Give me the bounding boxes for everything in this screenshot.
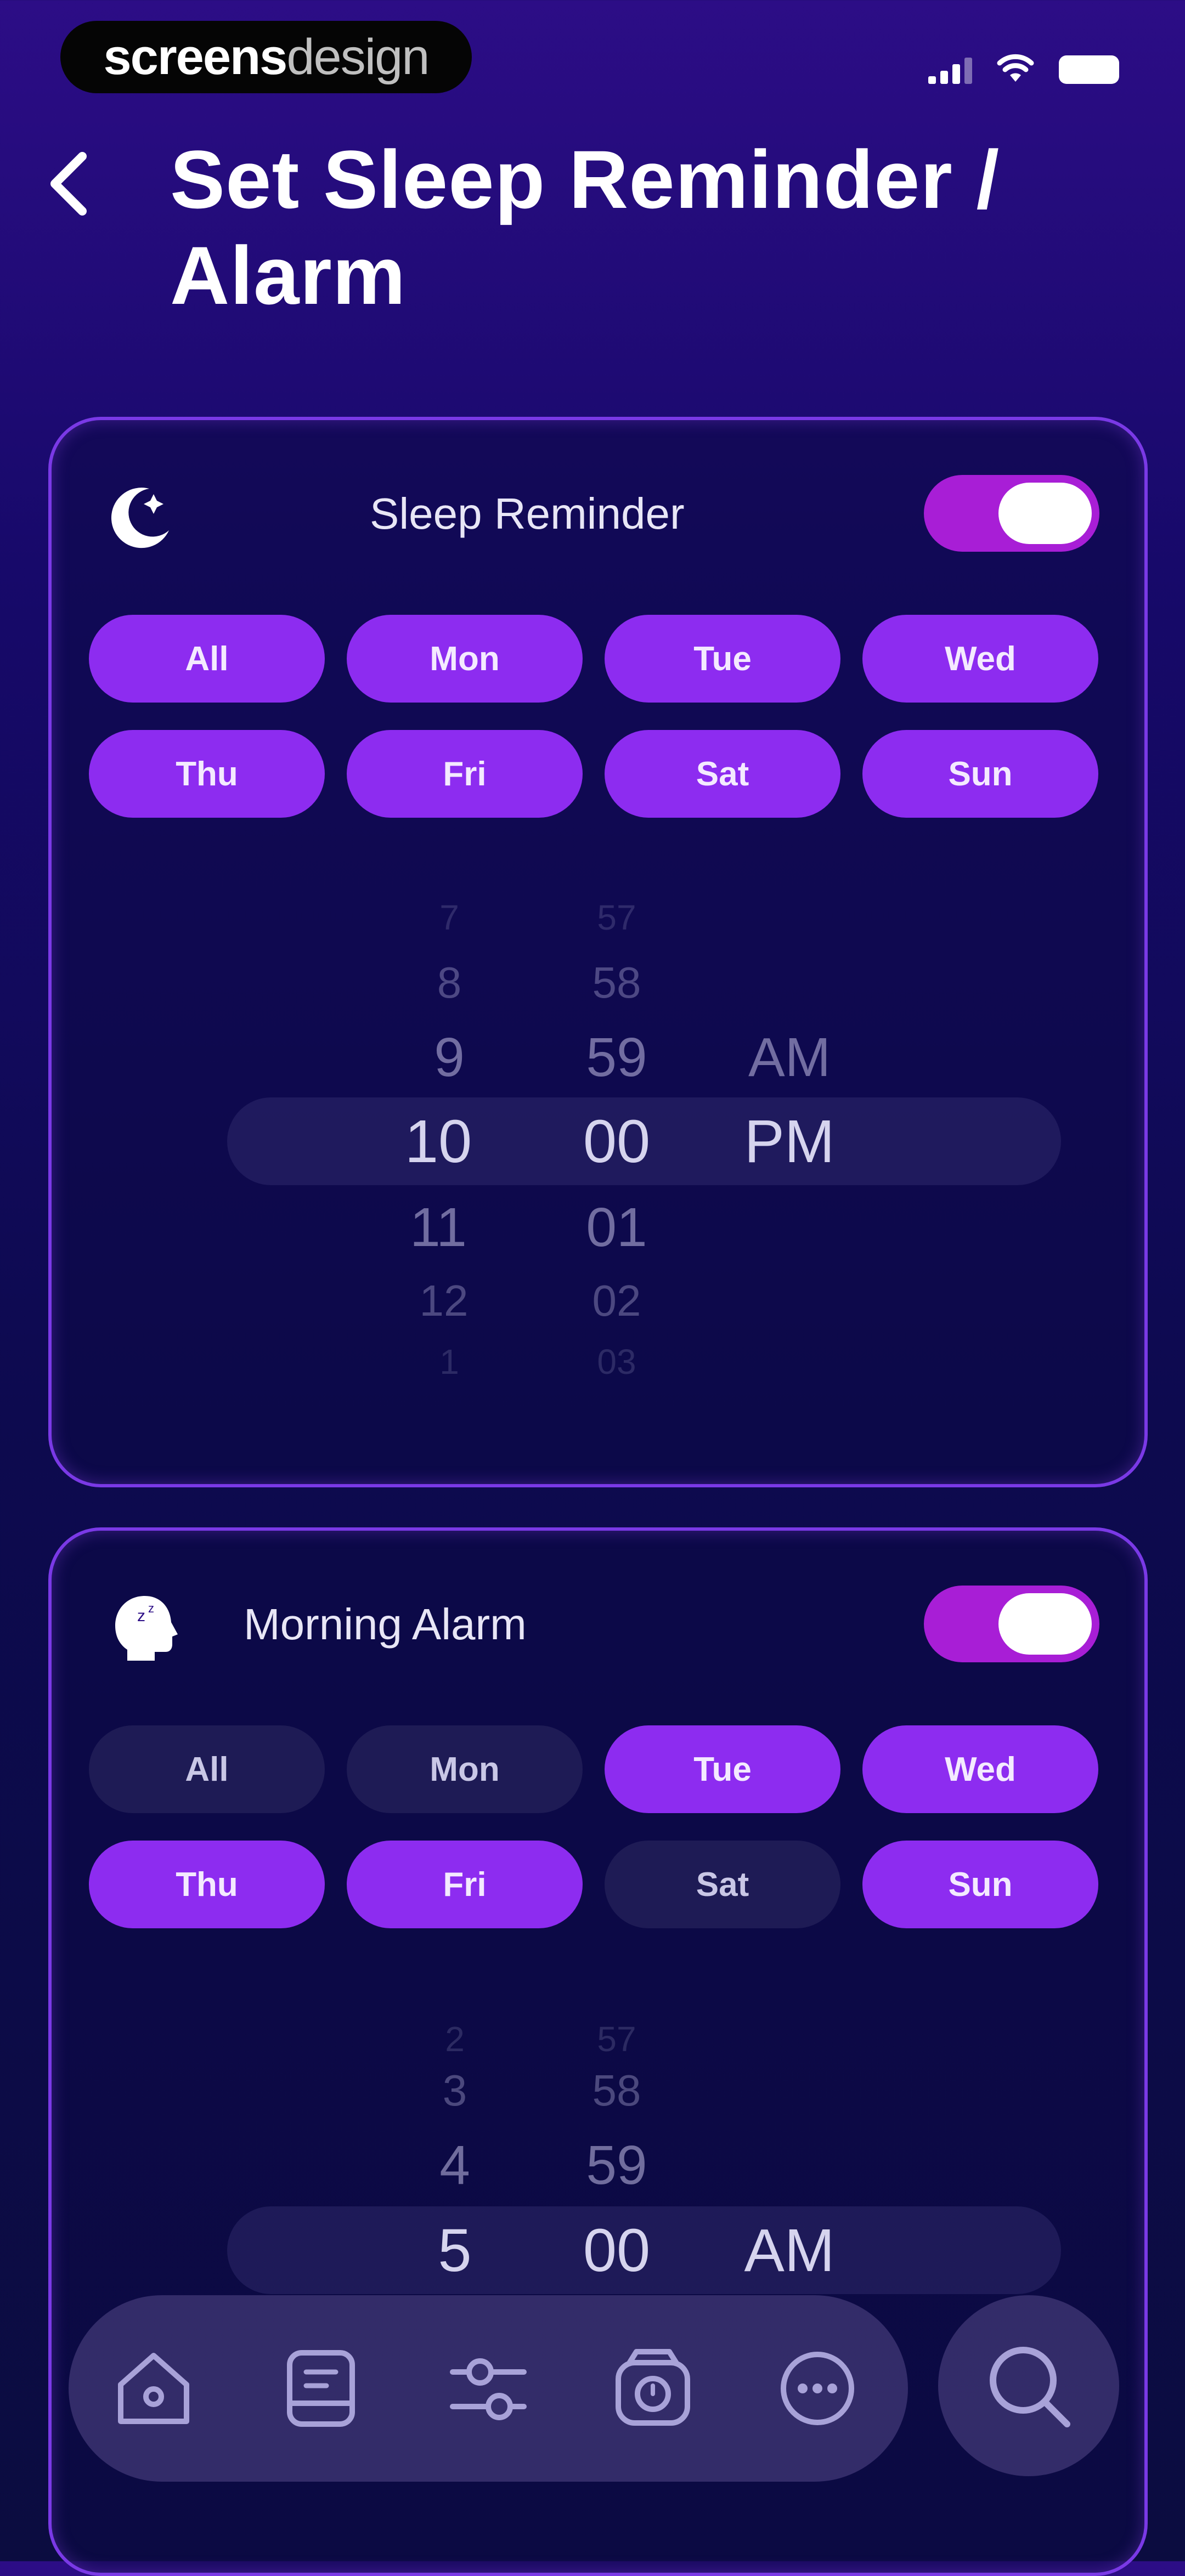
sleep-day-sun[interactable]: Sun xyxy=(862,730,1098,818)
alarm-minute-option[interactable]: 57 xyxy=(534,2019,699,2059)
alarm-period-selected[interactable]: AM xyxy=(707,2216,872,2285)
sleep-minute-option[interactable]: 58 xyxy=(534,958,699,1008)
more-icon[interactable] xyxy=(771,2342,864,2435)
back-chevron-icon[interactable] xyxy=(38,148,99,219)
alarm-minute-option[interactable]: 59 xyxy=(534,2134,699,2197)
sleep-minute-option[interactable]: 02 xyxy=(534,1276,699,1326)
page-title-line1: Set Sleep Reminder / xyxy=(170,133,1000,225)
sleep-day-tue[interactable]: Tue xyxy=(605,615,840,703)
sleep-minute-option[interactable]: 57 xyxy=(534,897,699,938)
page-title-line2: Alarm xyxy=(170,229,407,321)
search-icon xyxy=(990,2347,1070,2427)
adjust-icon[interactable] xyxy=(442,2342,535,2435)
sleep-reminder-card: Sleep Reminder All Mon Tue Wed Thu Fri S… xyxy=(48,417,1148,1487)
alarm-day-all[interactable]: All xyxy=(89,1725,325,1813)
alarm-day-mon[interactable]: Mon xyxy=(347,1725,583,1813)
status-icons xyxy=(928,52,1119,84)
sleep-hour-option[interactable]: 7 xyxy=(367,897,532,938)
brand-logo: screens design xyxy=(60,21,472,93)
alarm-day-sun[interactable]: Sun xyxy=(862,1841,1098,1928)
home-icon[interactable] xyxy=(107,2342,200,2435)
sleep-period-option[interactable]: AM xyxy=(707,1026,872,1089)
alarm-hour-option[interactable]: 3 xyxy=(373,2065,537,2116)
sleep-minute-option[interactable]: 59 xyxy=(534,1026,699,1089)
alarm-minute-option[interactable]: 58 xyxy=(534,2065,699,2116)
alarm-hour-option[interactable]: 2 xyxy=(373,2019,537,2059)
alarm-day-sat[interactable]: Sat xyxy=(605,1841,840,1928)
alarm-day-fri[interactable]: Fri xyxy=(347,1841,583,1928)
brand-logo-strong: screens xyxy=(103,29,288,85)
morning-alarm-toggle[interactable] xyxy=(924,1586,1099,1662)
moon-icon xyxy=(111,488,169,548)
journal-icon[interactable] xyxy=(274,2342,368,2435)
sleep-minute-option[interactable]: 01 xyxy=(534,1196,699,1259)
sleep-hour-option[interactable]: 12 xyxy=(362,1276,526,1326)
svg-text:z: z xyxy=(137,1607,145,1625)
alarm-clock-icon[interactable] xyxy=(606,2342,699,2435)
search-button[interactable] xyxy=(938,2295,1119,2476)
signal-icon xyxy=(928,58,972,84)
sleep-day-mon[interactable]: Mon xyxy=(347,615,583,703)
sleep-minute-selected[interactable]: 00 xyxy=(534,1107,699,1176)
svg-text:z: z xyxy=(148,1601,154,1615)
sleep-hour-option[interactable]: 11 xyxy=(356,1196,521,1259)
sleep-day-all[interactable]: All xyxy=(89,615,325,703)
battery-icon xyxy=(1059,55,1119,84)
alarm-day-tue[interactable]: Tue xyxy=(605,1725,840,1813)
morning-alarm-label: Morning Alarm xyxy=(244,1600,527,1649)
sleep-day-fri[interactable]: Fri xyxy=(347,730,583,818)
sleep-reminder-toggle[interactable] xyxy=(924,475,1099,552)
alarm-hour-option[interactable]: 4 xyxy=(373,2134,537,2197)
sleep-hour-option[interactable]: 1 xyxy=(367,1341,532,1382)
sleep-hour-selected[interactable]: 10 xyxy=(356,1107,521,1176)
brand-logo-light: design xyxy=(286,29,430,85)
alarm-minute-selected[interactable]: 00 xyxy=(534,2216,699,2285)
page-title: Set Sleep Reminder / Alarm xyxy=(170,132,1103,324)
sleep-day-thu[interactable]: Thu xyxy=(89,730,325,818)
wifi-icon xyxy=(997,54,1034,82)
sleep-hour-option[interactable]: 9 xyxy=(367,1026,532,1089)
sleep-day-sat[interactable]: Sat xyxy=(605,730,840,818)
sleep-period-selected[interactable]: PM xyxy=(707,1107,872,1176)
sleep-hour-option[interactable]: 8 xyxy=(367,958,532,1008)
alarm-hour-selected[interactable]: 5 xyxy=(373,2216,537,2285)
alarm-day-thu[interactable]: Thu xyxy=(89,1841,325,1928)
sleep-minute-option[interactable]: 03 xyxy=(534,1341,699,1382)
sleep-day-wed[interactable]: Wed xyxy=(862,615,1098,703)
sleeping-head-icon: z z xyxy=(115,1596,178,1661)
sleep-reminder-label: Sleep Reminder xyxy=(370,489,685,538)
alarm-day-wed[interactable]: Wed xyxy=(862,1725,1098,1813)
